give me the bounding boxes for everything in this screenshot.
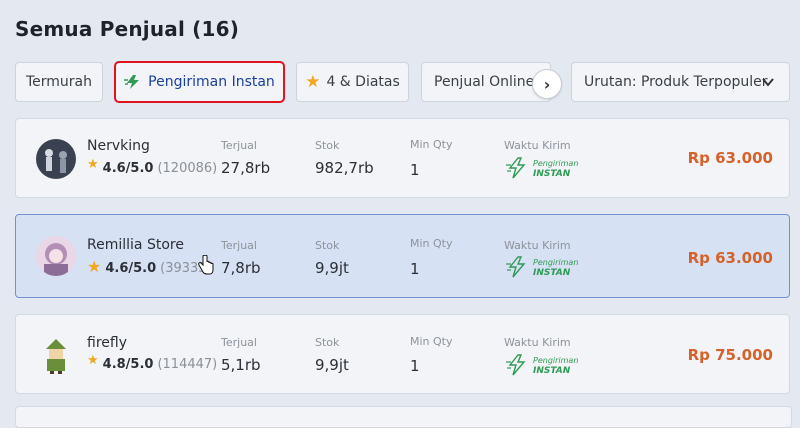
seller-name[interactable]: Nervking xyxy=(87,138,150,154)
badge-bottom-text: INSTAN xyxy=(533,169,571,179)
sold-label: Terjual xyxy=(221,239,257,252)
stock-value: 9,9jt xyxy=(315,259,349,277)
seller-name[interactable]: firefly xyxy=(87,335,127,351)
seller-price: Rp 75.000 xyxy=(687,346,773,364)
sort-label: Urutan: Produk Terpopuler xyxy=(584,74,768,90)
seller-card-partial[interactable] xyxy=(15,406,792,428)
seller-card[interactable]: firefly ★ 4.8/5.0 (114447) Terjual 5,1rb… xyxy=(15,314,790,394)
min-qty-label: Min Qty xyxy=(410,335,453,348)
stock-label: Stok xyxy=(315,139,340,152)
badge-top-text: Pengiriman xyxy=(533,159,578,168)
filter-online-label: Penjual Online xyxy=(434,74,535,90)
min-qty-value: 1 xyxy=(410,161,420,179)
badge-bottom-text: INSTAN xyxy=(533,366,571,376)
rating-count: (120086) xyxy=(157,161,218,176)
seller-rating: ★ 4.6/5.0 (120086) xyxy=(87,157,218,176)
seller-card[interactable]: Remillia Store ★ 4.6/5.0 (39335) Terjual… xyxy=(15,214,790,298)
seller-rating: ★ 4.8/5.0 (114447) xyxy=(87,353,218,372)
min-qty-label: Min Qty xyxy=(410,138,453,151)
seller-avatar xyxy=(36,236,76,276)
rating-score: 4.6/5.0 xyxy=(105,261,157,276)
star-icon: ★ xyxy=(87,257,102,276)
seller-name[interactable]: Remillia Store xyxy=(87,237,184,253)
badge-top-text: Pengiriman xyxy=(533,356,578,365)
sold-value: 5,1rb xyxy=(221,356,261,374)
seller-card[interactable]: Nervking ★ 4.6/5.0 (120086) Terjual 27,8… xyxy=(15,118,790,198)
rating-count: (114447) xyxy=(157,357,218,372)
ship-time-label: Waktu Kirim xyxy=(504,139,571,152)
seller-price: Rp 63.000 xyxy=(687,249,773,267)
instant-shipping-badge: Pengiriman INSTAN xyxy=(506,157,586,183)
stock-value: 9,9jt xyxy=(315,356,349,374)
sold-value: 27,8rb xyxy=(221,159,271,177)
stock-label: Stok xyxy=(315,336,340,349)
page-title: Semua Penjual (16) xyxy=(15,17,240,41)
sort-dropdown[interactable]: Urutan: Produk Terpopuler xyxy=(571,62,790,102)
min-qty-value: 1 xyxy=(410,260,420,278)
seller-price: Rp 63.000 xyxy=(687,149,773,167)
star-icon: ★ xyxy=(305,72,321,92)
seller-avatar xyxy=(36,139,76,179)
seller-rating: ★ 4.6/5.0 (39335) xyxy=(87,257,212,278)
hand-cursor-icon xyxy=(198,254,214,279)
chevron-right-icon: › xyxy=(543,74,551,94)
rating-score: 4.6/5.0 xyxy=(102,161,154,176)
instant-shipping-badge: Pengiriman INSTAN xyxy=(506,256,586,282)
filter-instant-shipping[interactable]: Pengiriman Instan xyxy=(114,61,285,103)
instant-shipping-badge: Pengiriman INSTAN xyxy=(506,354,586,380)
ship-time-label: Waktu Kirim xyxy=(504,239,571,252)
filter-instant-label: Pengiriman Instan xyxy=(148,74,275,90)
sold-label: Terjual xyxy=(221,139,257,152)
rating-score: 4.8/5.0 xyxy=(102,357,154,372)
filter-cheapest[interactable]: Termurah xyxy=(15,62,103,102)
star-icon: ★ xyxy=(87,353,99,368)
stock-value: 982,7rb xyxy=(315,159,374,177)
filter-rating-label: 4 & Diatas xyxy=(326,74,400,90)
filter-rating[interactable]: ★ 4 & Diatas xyxy=(296,62,409,102)
lightning-icon xyxy=(124,75,142,89)
badge-top-text: Pengiriman xyxy=(533,258,578,267)
stock-label: Stok xyxy=(315,239,340,252)
star-icon: ★ xyxy=(87,157,99,172)
badge-bottom-text: INSTAN xyxy=(533,268,571,278)
sold-value: 7,8rb xyxy=(221,259,261,277)
filter-cheapest-label: Termurah xyxy=(25,74,92,90)
min-qty-value: 1 xyxy=(410,357,420,375)
ship-time-label: Waktu Kirim xyxy=(504,336,571,349)
seller-avatar xyxy=(36,335,76,375)
scroll-right-button[interactable]: › xyxy=(532,69,562,99)
min-qty-label: Min Qty xyxy=(410,237,453,250)
sold-label: Terjual xyxy=(221,336,257,349)
chevron-down-icon xyxy=(761,75,775,93)
